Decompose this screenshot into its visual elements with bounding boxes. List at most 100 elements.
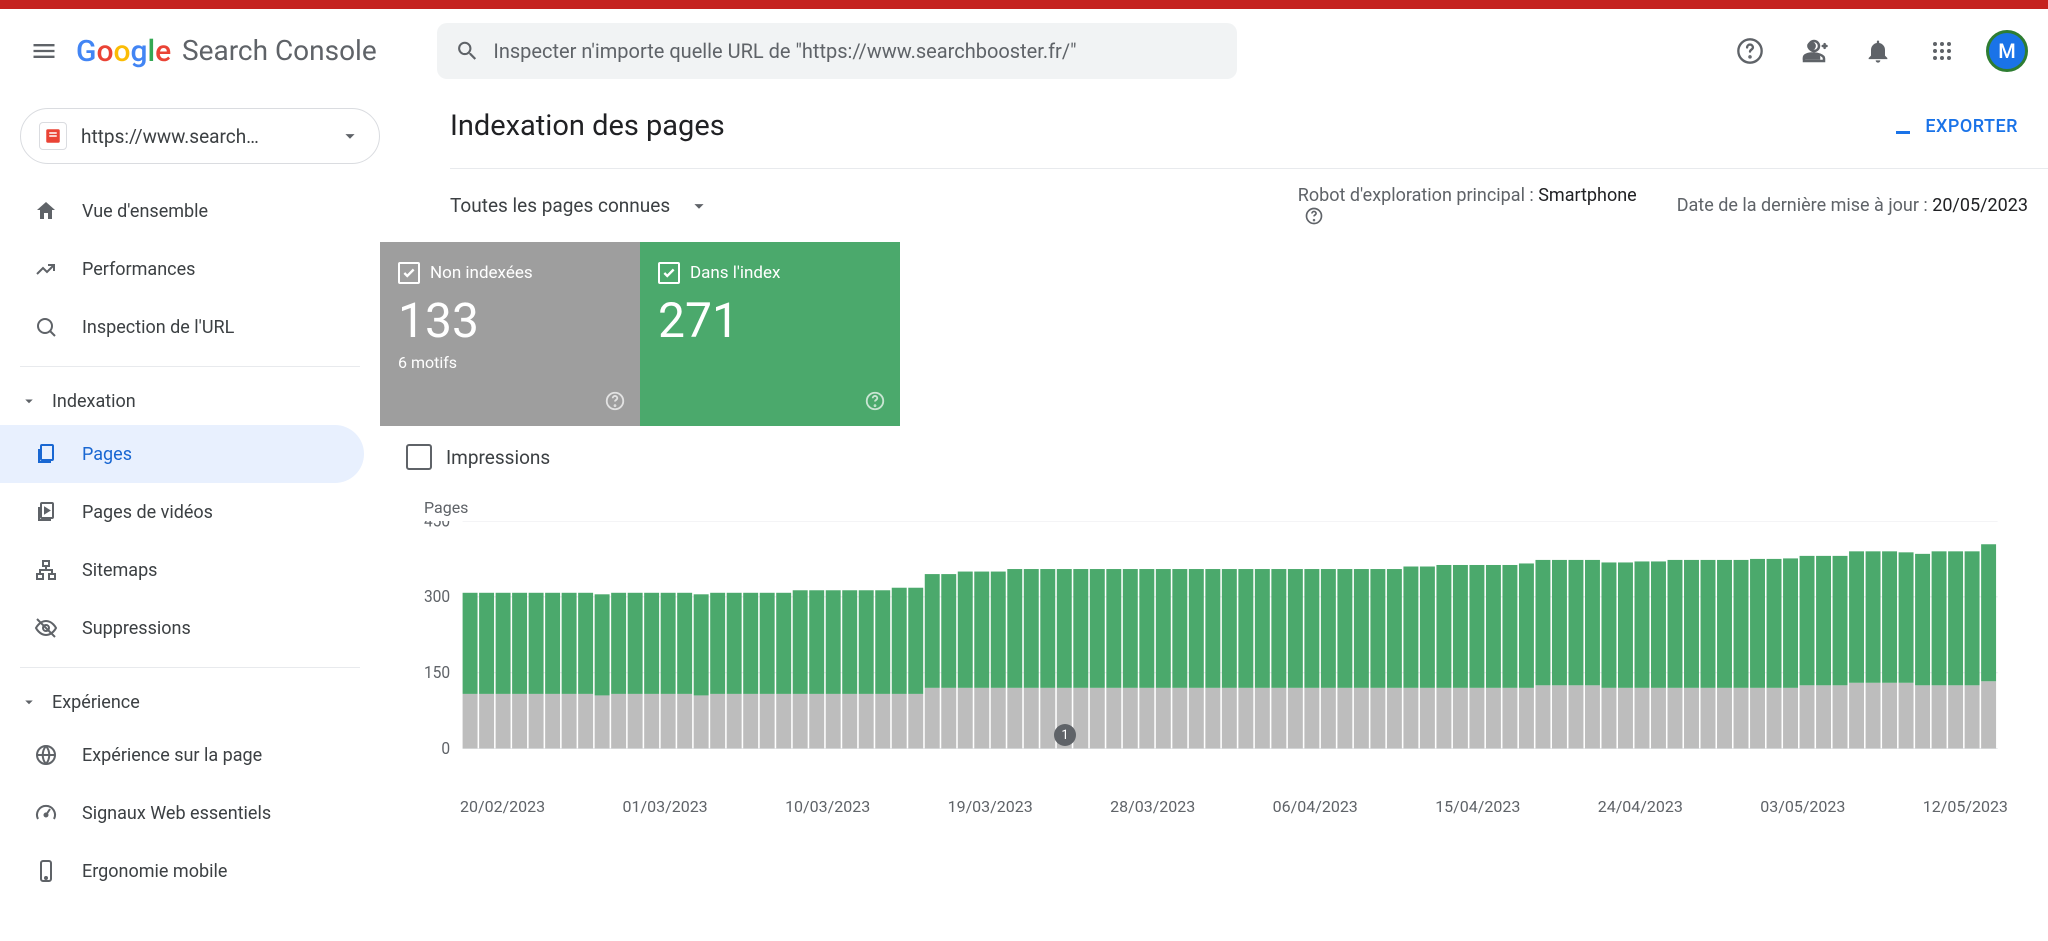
section-label: Expérience: [52, 692, 140, 713]
property-favicon: [39, 122, 67, 150]
search-icon: [34, 315, 58, 339]
card-help[interactable]: [604, 390, 626, 412]
export-label: EXPORTER: [1925, 116, 2018, 137]
x-tick-label: 28/03/2023: [1110, 797, 1195, 816]
notifications-button[interactable]: [1858, 31, 1898, 71]
chart-event-marker[interactable]: 1: [1054, 724, 1076, 746]
help-icon: [1736, 37, 1764, 65]
pages-icon: [34, 442, 58, 466]
svg-text:0: 0: [441, 739, 450, 758]
card-label: Dans l'index: [690, 263, 780, 283]
users-button[interactable]: [1794, 31, 1834, 71]
checkbox-icon: [398, 262, 420, 284]
help-icon: [864, 390, 886, 412]
checkbox-icon: [658, 262, 680, 284]
card-indexed[interactable]: Dans l'index 271: [640, 242, 900, 426]
users-icon: [1799, 36, 1829, 66]
app-logo[interactable]: Google Search Console: [76, 33, 377, 69]
section-experience[interactable]: Expérience: [0, 678, 380, 726]
nav-removals[interactable]: Suppressions: [0, 599, 364, 657]
nav-label: Suppressions: [82, 618, 191, 639]
main-content: Indexation des pages EXPORTER Toutes les…: [380, 92, 2048, 941]
svg-text:Google: Google: [76, 34, 171, 69]
svg-text:150: 150: [424, 663, 450, 682]
nav-sitemaps[interactable]: Sitemaps: [0, 541, 364, 599]
app-name: Search Console: [182, 34, 377, 67]
card-help[interactable]: [864, 390, 886, 412]
hamburger-menu[interactable]: [20, 27, 68, 75]
chevron-down-icon: [20, 392, 38, 410]
checkbox-empty-icon: [406, 444, 432, 470]
nav-core-web-vitals[interactable]: Signaux Web essentiels: [0, 784, 364, 842]
x-tick-label: 06/04/2023: [1273, 797, 1358, 816]
search-icon: [455, 38, 480, 64]
card-label: Non indexées: [430, 263, 533, 283]
help-icon: [604, 390, 626, 412]
section-indexation[interactable]: Indexation: [0, 377, 380, 425]
section-label: Indexation: [52, 391, 136, 412]
globe-icon: [34, 743, 58, 767]
url-inspect-search[interactable]: [437, 23, 1237, 79]
nav-performance[interactable]: Performances: [0, 240, 364, 298]
sidebar: https://www.search… Vue d'ensemble Perfo…: [0, 92, 380, 941]
property-selector[interactable]: https://www.search…: [20, 108, 380, 164]
page-filter-dropdown[interactable]: Toutes les pages connues: [450, 194, 710, 217]
x-tick-label: 12/05/2023: [1923, 797, 2008, 816]
crawler-info: Robot d'exploration principal : Smartpho…: [1298, 185, 1637, 226]
export-button[interactable]: EXPORTER: [1881, 106, 2028, 146]
nav-label: Performances: [82, 259, 195, 280]
nav-page-experience[interactable]: Expérience sur la page: [0, 726, 364, 784]
nav-label: Expérience sur la page: [82, 745, 262, 766]
nav-label: Signaux Web essentiels: [82, 803, 271, 824]
divider: [20, 366, 360, 367]
card-value: 133: [398, 292, 622, 349]
chart-svg: 0 150 300 450: [390, 521, 2008, 781]
chevron-down-icon: [688, 195, 710, 217]
mobile-icon: [34, 859, 58, 883]
x-tick-label: 15/04/2023: [1435, 797, 1520, 816]
coverage-chart: Pages 0 150 300 450 1 20/02/2023 01/03/2023 1…: [380, 488, 2048, 816]
nav-url-inspection[interactable]: Inspection de l'URL: [0, 298, 364, 356]
svg-text:450: 450: [424, 521, 450, 531]
download-icon: [1891, 114, 1915, 138]
google-apps-button[interactable]: [1922, 31, 1962, 71]
help-button[interactable]: [1730, 31, 1770, 71]
x-tick-label: 01/03/2023: [623, 797, 708, 816]
svg-text:300: 300: [424, 587, 450, 606]
x-axis-labels: 20/02/202301/03/202310/03/202319/03/2023…: [390, 781, 2008, 816]
y-axis-title: Pages: [424, 498, 2008, 517]
menu-icon: [30, 37, 58, 65]
impressions-label: Impressions: [446, 446, 550, 469]
nav-label: Inspection de l'URL: [82, 317, 234, 338]
nav-label: Pages de vidéos: [82, 502, 213, 523]
nav-overview[interactable]: Vue d'ensemble: [0, 182, 364, 240]
last-updated: Date de la dernière mise à jour : 20/05/…: [1677, 195, 2028, 216]
nav-label: Sitemaps: [82, 560, 157, 581]
sitemap-icon: [34, 558, 58, 582]
top-bar: Google Search Console M: [0, 9, 2048, 92]
help-icon[interactable]: [1304, 206, 1324, 226]
x-tick-label: 19/03/2023: [948, 797, 1033, 816]
visibility-off-icon: [34, 616, 58, 640]
nav-label: Vue d'ensemble: [82, 201, 208, 222]
nav-pages[interactable]: Pages: [0, 425, 364, 483]
divider: [20, 667, 360, 668]
property-label: https://www.search…: [81, 125, 339, 148]
page-title: Indexation des pages: [450, 109, 725, 143]
x-tick-label: 20/02/2023: [460, 797, 545, 816]
nav-label: Pages: [82, 444, 132, 465]
video-pages-icon: [34, 500, 58, 524]
nav-video-pages[interactable]: Pages de vidéos: [0, 483, 364, 541]
impressions-toggle[interactable]: Impressions: [380, 426, 2048, 488]
card-subtitle: 6 motifs: [398, 353, 622, 372]
account-avatar[interactable]: M: [1986, 30, 2028, 72]
x-tick-label: 24/04/2023: [1598, 797, 1683, 816]
nav-mobile-usability[interactable]: Ergonomie mobile: [0, 842, 364, 900]
chevron-down-icon: [20, 693, 38, 711]
card-not-indexed[interactable]: Non indexées 133 6 motifs: [380, 242, 640, 426]
google-logo-icon: Google: [76, 33, 176, 69]
search-input[interactable]: [493, 39, 1218, 63]
speed-icon: [34, 801, 58, 825]
x-tick-label: 03/05/2023: [1760, 797, 1845, 816]
filter-label: Toutes les pages connues: [450, 194, 670, 217]
